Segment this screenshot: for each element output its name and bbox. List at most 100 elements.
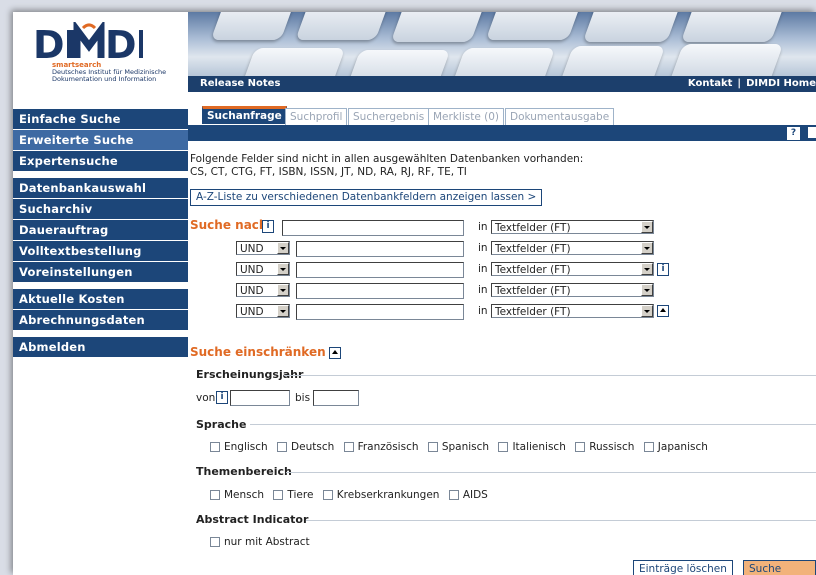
operator-value: UND bbox=[240, 306, 264, 318]
year-to-label: bis bbox=[295, 392, 311, 404]
sidebar-nav: Einfache Suche Erweiterte Suche Experten… bbox=[13, 109, 188, 358]
year-to-input[interactable] bbox=[313, 390, 359, 406]
logo-institute-line2: Dokumentation und Information bbox=[52, 75, 157, 83]
nav-voreinstellungen[interactable]: Voreinstellungen bbox=[13, 262, 188, 282]
topic-option[interactable]: Krebserkrankungen bbox=[322, 489, 439, 501]
search-label: Suche nach bbox=[190, 218, 268, 232]
field-select-4[interactable]: Textfelder (FT) bbox=[491, 283, 654, 297]
language-label: Englisch bbox=[224, 441, 268, 453]
checkbox[interactable] bbox=[427, 442, 438, 452]
nav-abrechnungsdaten[interactable]: Abrechnungsdaten bbox=[13, 310, 188, 330]
dimdi-logo[interactable]: DI DI smartsearch Deutsches Institut für… bbox=[21, 19, 186, 83]
az-list-button[interactable]: A-Z-Liste zu verschiedenen Datenbankfeld… bbox=[190, 189, 543, 206]
search-term-input-3[interactable] bbox=[296, 262, 464, 278]
topic-option[interactable]: AIDS bbox=[448, 489, 488, 501]
release-notes-link[interactable]: Release Notes bbox=[200, 76, 280, 92]
checkbox[interactable] bbox=[322, 490, 333, 500]
field-select-1[interactable]: Textfelder (FT) bbox=[491, 220, 654, 234]
nav-dauerauftrag[interactable]: Dauerauftrag bbox=[13, 220, 188, 240]
chevron-down-icon bbox=[277, 263, 289, 275]
field-select-value: Textfelder (FT) bbox=[495, 243, 571, 255]
search-term-input-5[interactable] bbox=[296, 304, 464, 320]
abstract-options: nur mit Abstract bbox=[210, 536, 316, 548]
topic-option[interactable]: Tiere bbox=[273, 489, 313, 501]
search-term-input-1[interactable] bbox=[282, 220, 464, 236]
search-info-icon[interactable]: i bbox=[262, 220, 274, 233]
language-label: Deutsch bbox=[291, 441, 335, 453]
section-divider bbox=[286, 472, 816, 473]
nav-datenbankauswahl[interactable]: Datenbankauswahl bbox=[13, 178, 188, 198]
tab-suchprofil[interactable]: Suchprofil bbox=[285, 108, 348, 125]
help-icon[interactable]: ? bbox=[787, 127, 800, 140]
field-select-3[interactable]: Textfelder (FT) bbox=[491, 262, 654, 276]
keyboard-key-decoration bbox=[450, 48, 556, 76]
year-from-input[interactable] bbox=[230, 390, 290, 406]
language-options: Englisch Deutsch Französisch Spanisch It… bbox=[210, 441, 714, 453]
search-term-input-2[interactable] bbox=[296, 241, 464, 257]
topic-option[interactable]: Mensch bbox=[210, 489, 264, 501]
checkbox[interactable] bbox=[343, 442, 354, 452]
checkbox[interactable] bbox=[643, 442, 654, 452]
add-row-icon[interactable] bbox=[657, 305, 669, 317]
clear-entries-button[interactable]: Einträge löschen bbox=[633, 560, 733, 575]
tab-dokumentausgabe[interactable]: Dokumentausgabe bbox=[505, 108, 615, 125]
search-term-input-4[interactable] bbox=[296, 283, 464, 299]
start-search-button[interactable]: Suche starten bbox=[743, 560, 816, 575]
keyboard-key-decoration bbox=[485, 12, 583, 40]
abstract-option[interactable]: nur mit Abstract bbox=[210, 536, 310, 548]
language-option[interactable]: Englisch bbox=[210, 441, 268, 453]
operator-select-3[interactable]: UND bbox=[236, 262, 290, 276]
chevron-down-icon bbox=[641, 305, 653, 317]
nav-aktuelle-kosten[interactable]: Aktuelle Kosten bbox=[13, 289, 188, 309]
checkbox[interactable] bbox=[277, 442, 288, 452]
language-option[interactable]: Deutsch bbox=[277, 441, 334, 453]
kontakt-link[interactable]: Kontakt bbox=[688, 78, 733, 89]
checkbox[interactable] bbox=[210, 490, 220, 500]
chevron-down-icon bbox=[641, 263, 653, 275]
language-label: Französisch bbox=[357, 441, 419, 453]
tab-merkliste[interactable]: Merkliste (0) bbox=[428, 108, 505, 125]
language-option[interactable]: Spanisch bbox=[427, 441, 489, 453]
print-icon[interactable] bbox=[808, 127, 816, 138]
operator-select-4[interactable]: UND bbox=[236, 283, 290, 297]
in-label: in bbox=[478, 305, 488, 317]
nav-expertensuche[interactable]: Expertensuche bbox=[13, 151, 188, 171]
checkbox[interactable] bbox=[210, 537, 220, 547]
nav-sucharchiv[interactable]: Sucharchiv bbox=[13, 199, 188, 219]
nav-erweiterte-suche[interactable]: Erweiterte Suche bbox=[13, 130, 188, 150]
language-option[interactable]: Französisch bbox=[343, 441, 419, 453]
language-option[interactable]: Russisch bbox=[575, 441, 634, 453]
language-option[interactable]: Italienisch bbox=[498, 441, 566, 453]
field-select-5[interactable]: Textfelder (FT) bbox=[491, 304, 654, 318]
nav-einfache-suche[interactable]: Einfache Suche bbox=[13, 109, 188, 129]
checkbox[interactable] bbox=[210, 442, 220, 452]
tab-suchergebnis[interactable]: Suchergebnis bbox=[348, 108, 430, 125]
operator-select-2[interactable]: UND bbox=[236, 241, 290, 255]
operator-select-5[interactable]: UND bbox=[236, 304, 290, 318]
nav-volltextbestellung[interactable]: Volltextbestellung bbox=[13, 241, 188, 261]
operator-value: UND bbox=[240, 264, 264, 276]
checkbox[interactable] bbox=[273, 490, 284, 500]
checkbox[interactable] bbox=[498, 442, 509, 452]
field-info-icon[interactable]: i bbox=[657, 263, 669, 276]
keyboard-key-decoration bbox=[390, 12, 486, 42]
dimdi-home-link[interactable]: DIMDI Home bbox=[746, 78, 816, 89]
logo-institute: Deutsches Institut für Medizinische Doku… bbox=[52, 69, 192, 83]
in-label: in bbox=[478, 242, 488, 254]
keyboard-key-decoration bbox=[295, 12, 391, 40]
abstract-label: nur mit Abstract bbox=[224, 536, 310, 548]
collapse-icon[interactable] bbox=[329, 347, 341, 359]
field-select-2[interactable]: Textfelder (FT) bbox=[491, 241, 654, 255]
tab-toolbar: ? bbox=[188, 125, 816, 141]
keyboard-key-decoration bbox=[210, 12, 296, 40]
year-info-icon[interactable]: i bbox=[216, 391, 228, 404]
operator-value: UND bbox=[240, 243, 264, 255]
nav-abmelden[interactable]: Abmelden bbox=[13, 337, 188, 357]
language-option[interactable]: Japanisch bbox=[643, 441, 708, 453]
abstract-title: Abstract Indicator bbox=[196, 513, 309, 526]
chevron-down-icon bbox=[641, 221, 653, 233]
keyboard-key-decoration bbox=[668, 44, 784, 76]
tab-suchanfrage[interactable]: Suchanfrage bbox=[202, 106, 287, 124]
checkbox[interactable] bbox=[575, 442, 586, 452]
checkbox[interactable] bbox=[448, 490, 459, 500]
